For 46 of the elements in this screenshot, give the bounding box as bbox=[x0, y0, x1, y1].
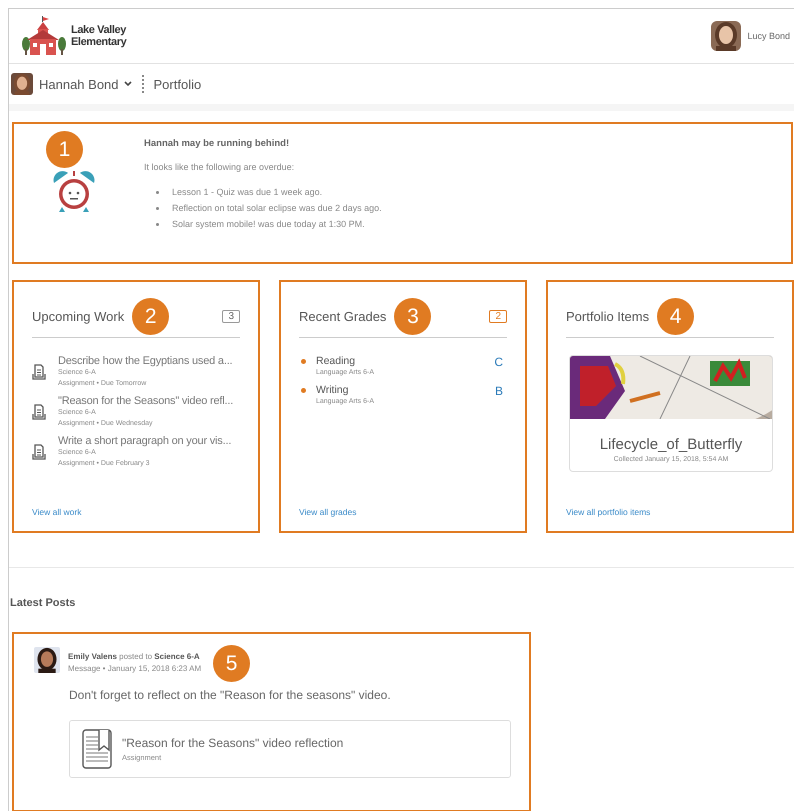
card-title: Recent Grades bbox=[299, 309, 386, 324]
assignment-icon bbox=[32, 404, 46, 420]
alert-title: Hannah may be running behind! bbox=[144, 138, 290, 149]
bullet-icon bbox=[301, 359, 306, 364]
count-badge: 3 bbox=[222, 310, 240, 323]
callout-number: 4 bbox=[657, 298, 694, 335]
section-heading: Latest Posts bbox=[10, 597, 76, 609]
card-title: Portfolio Items bbox=[566, 309, 650, 324]
alert-text: It looks like the following are overdue: bbox=[144, 162, 296, 172]
assignment-icon bbox=[32, 364, 46, 380]
bullet-icon bbox=[156, 223, 159, 226]
user-name[interactable]: Lucy Bond bbox=[747, 31, 790, 41]
grade-letter: B bbox=[494, 384, 503, 398]
callout-number: 1 bbox=[46, 131, 83, 168]
post-byline: Emily Valens posted to Science 6-A bbox=[68, 651, 201, 663]
view-all-link[interactable]: View all portfolio items bbox=[566, 507, 774, 517]
grade-title[interactable]: Writing bbox=[316, 384, 495, 396]
bullet-icon bbox=[156, 207, 159, 210]
grade-title[interactable]: Reading bbox=[316, 355, 494, 367]
work-title[interactable]: Write a short paragraph on your vis... bbox=[58, 435, 232, 447]
bullet-icon bbox=[301, 388, 306, 393]
callout-number: 3 bbox=[394, 298, 432, 335]
work-title[interactable]: Describe how the Egyptians used a... bbox=[58, 355, 232, 367]
view-all-link[interactable]: View all work bbox=[32, 507, 240, 517]
grade-letter: C bbox=[494, 355, 503, 369]
attachment-title: "Reason for the Seasons" video reflection bbox=[122, 736, 344, 750]
portfolio-tab[interactable]: Portfolio bbox=[154, 76, 202, 92]
post-date: Message • January 15, 2018 6:23 AM bbox=[68, 663, 202, 675]
student-selector[interactable]: Hannah Bond bbox=[39, 76, 132, 92]
work-title[interactable]: "Reason for the Seasons" video refl... bbox=[58, 395, 234, 407]
school-logo-icon bbox=[21, 16, 67, 56]
card-title: Upcoming Work bbox=[32, 309, 124, 324]
overdue-item: Lesson 1 - Quiz was due 1 week ago. bbox=[172, 186, 322, 199]
count-badge: 2 bbox=[489, 310, 507, 323]
view-all-link[interactable]: View all grades bbox=[299, 507, 507, 517]
callout-number: 5 bbox=[213, 645, 250, 682]
assignment-icon bbox=[32, 444, 46, 460]
overdue-item: Solar system mobile! was due today at 1:30 PM. bbox=[172, 218, 365, 231]
item-title: Lifecycle_of_Butterfly bbox=[598, 436, 744, 453]
caret-icon bbox=[124, 81, 132, 87]
callout-number: 2 bbox=[132, 298, 170, 335]
post-message: Don't forget to reflect on the "Reason for the seasons" video. bbox=[69, 688, 392, 702]
bullet-icon bbox=[156, 191, 159, 194]
overdue-item: Reflection on total solar eclipse was due 2 days ago. bbox=[172, 202, 382, 215]
school-name: Lake Valley Elementary bbox=[71, 24, 126, 48]
book-icon bbox=[82, 729, 112, 769]
